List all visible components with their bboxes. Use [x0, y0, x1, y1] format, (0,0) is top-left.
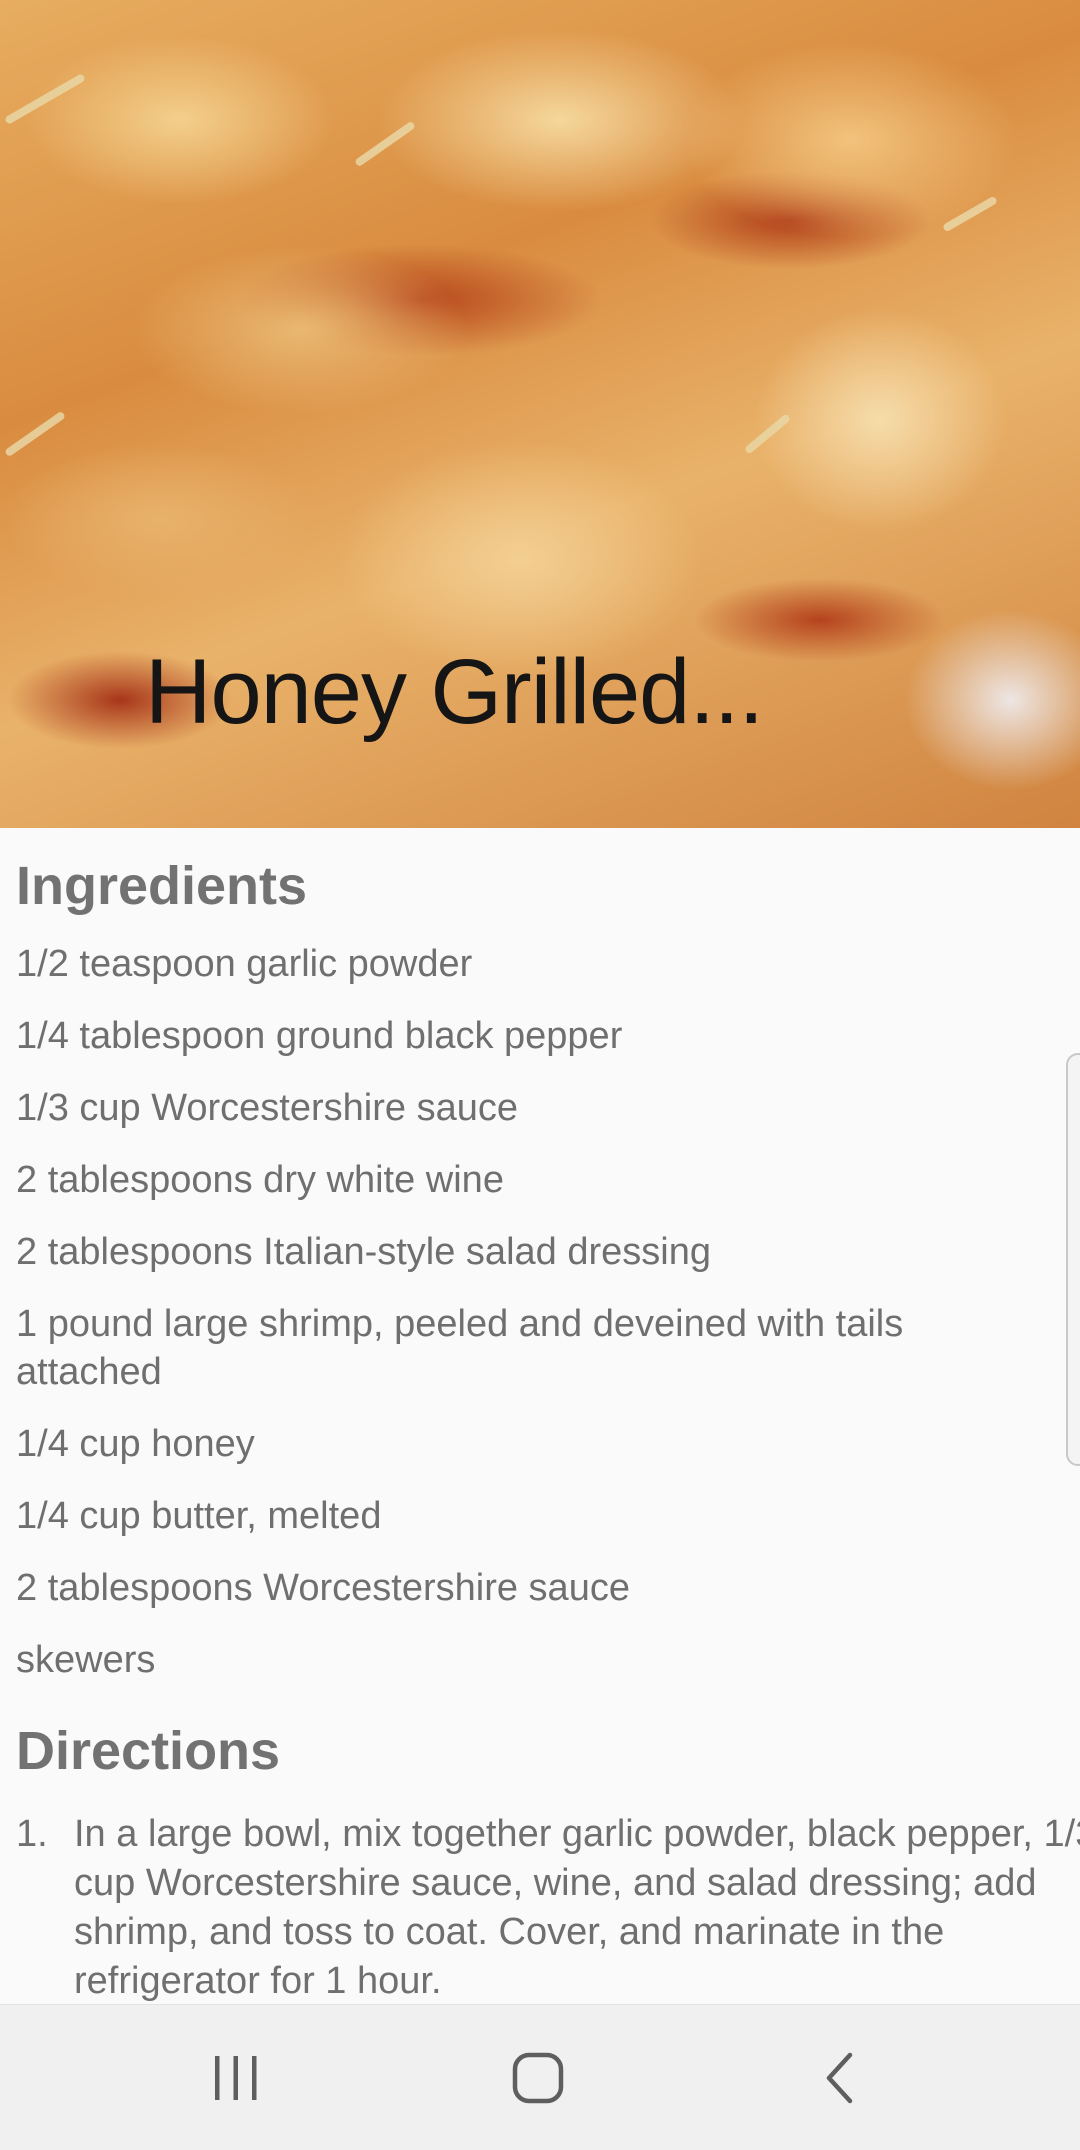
ingredient-item: 1/2 teaspoon garlic powder: [16, 943, 473, 985]
ingredient-item: 2 tablespoons Worcestershire sauce: [16, 1567, 630, 1609]
ingredient-item: 1/4 cup honey: [16, 1423, 255, 1465]
step-number: 1.: [16, 1813, 48, 1855]
ingredient-item: 1/4 cup butter, melted: [16, 1495, 382, 1537]
home-icon: [512, 2052, 564, 2103]
ingredient-item: 1 pound large shrimp, peeled and deveine…: [16, 1303, 904, 1393]
directions-heading: Directions: [16, 1721, 281, 1781]
back-icon: [826, 2052, 853, 2103]
system-navigation-bar: [0, 2004, 1080, 2150]
recipe-title: Honey Grilled...: [145, 641, 764, 743]
recents-icon: [215, 2055, 257, 2100]
recents-button[interactable]: [176, 2005, 296, 2150]
scrollbar-handle[interactable]: [1066, 1053, 1080, 1466]
direction-step: 1. In a large bowl, mix together garlic …: [16, 1810, 1080, 2006]
home-button[interactable]: [478, 2005, 598, 2150]
ingredient-item: skewers: [16, 1639, 156, 1681]
recipe-hero-image: Honey Grilled...: [0, 0, 1080, 828]
ingredient-item: 1/4 tablespoon ground black pepper: [16, 1015, 623, 1057]
ingredients-list: 1/2 teaspoon garlic powder 1/4 tablespoo…: [16, 940, 1056, 1708]
ingredients-heading: Ingredients: [16, 856, 308, 916]
ingredient-item: 2 tablespoons Italian-style salad dressi…: [16, 1231, 711, 1273]
directions-list: 1. In a large bowl, mix together garlic …: [16, 1810, 1080, 2006]
back-button[interactable]: [780, 2005, 900, 2150]
ingredient-item: 1/3 cup Worcestershire sauce: [16, 1087, 518, 1129]
step-text: In a large bowl, mix together garlic pow…: [74, 1813, 1080, 2002]
ingredient-item: 2 tablespoons dry white wine: [16, 1159, 504, 1201]
